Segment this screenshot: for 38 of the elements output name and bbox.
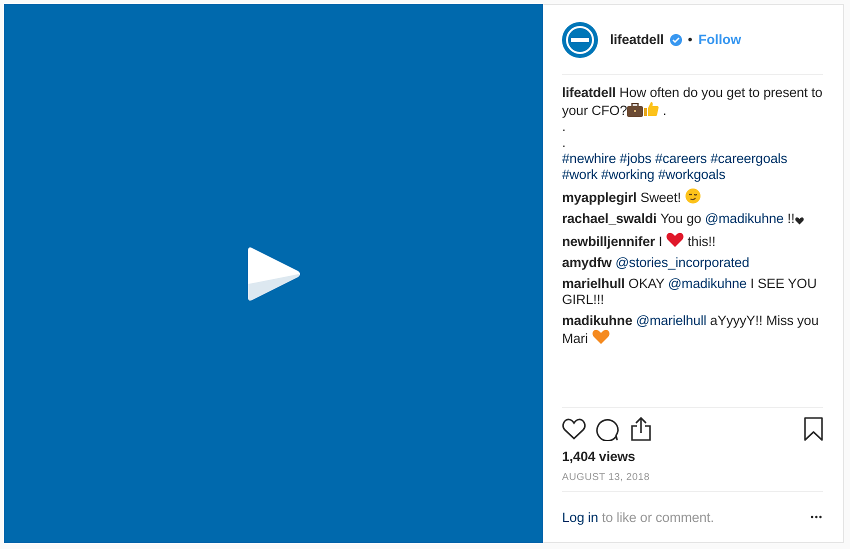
hashtag-link[interactable]: #jobs bbox=[620, 151, 652, 166]
caption-dot: . bbox=[562, 119, 566, 135]
username[interactable]: lifeatdell bbox=[610, 32, 664, 47]
hashtag-link[interactable]: #careergoals bbox=[710, 151, 788, 166]
briefcase-icon bbox=[627, 103, 644, 117]
comment-text: newbilljennifer I this!! bbox=[562, 232, 717, 250]
thumbs-up-icon bbox=[643, 101, 660, 117]
comment-text: amydfw @stories_incorporated bbox=[562, 255, 750, 271]
heart-icon bbox=[794, 217, 804, 225]
hashtag-link[interactable]: #newhire bbox=[562, 151, 616, 166]
caption-text: lifeatdell How often do you get to present to your CFO? . bbox=[562, 85, 823, 119]
post-date: AUGUST 13, 2018 bbox=[562, 472, 651, 483]
winking-face-icon bbox=[684, 188, 701, 204]
share-icon[interactable] bbox=[630, 417, 652, 441]
mention-link[interactable]: @marielhull bbox=[636, 313, 706, 328]
comment-text: myapplegirl Sweet! bbox=[562, 188, 823, 206]
hashtag-link[interactable]: #workgoals bbox=[658, 167, 726, 182]
comment-text: marielhull OKAY @madikuhne I SEE YOU GIRL!!! bbox=[562, 276, 818, 308]
view-count: 1,404 views bbox=[562, 449, 636, 464]
mention-link[interactable]: @madikuhne bbox=[704, 211, 784, 226]
comment-icon[interactable] bbox=[596, 417, 620, 441]
heart-icon[interactable] bbox=[562, 418, 586, 440]
login-link[interactable]: Log in bbox=[562, 510, 598, 524]
hashtag-link[interactable]: #working bbox=[601, 167, 654, 182]
hashtag-link[interactable]: #work bbox=[562, 167, 598, 182]
login-prompt: Log in to like or comment. bbox=[562, 510, 714, 524]
separator-dot: • bbox=[688, 32, 692, 47]
avatar-icon[interactable] bbox=[562, 22, 598, 58]
heart-icon bbox=[666, 232, 684, 248]
caption-dot: . bbox=[562, 135, 566, 151]
mention-link[interactable]: @stories_incorporated bbox=[615, 255, 750, 270]
bookmark-icon[interactable] bbox=[804, 417, 823, 441]
hashtag-link[interactable]: #careers bbox=[655, 151, 707, 166]
heart-icon bbox=[592, 329, 610, 345]
comment-text: rachael_swaldi You go @madikuhne !! bbox=[562, 211, 823, 227]
more-options-button[interactable]: ••• bbox=[810, 512, 823, 522]
mention-link[interactable]: @madikuhne bbox=[668, 276, 747, 291]
comment-text: madikuhne @marielhull aYyyyY!! Miss you Mari bbox=[562, 313, 820, 347]
